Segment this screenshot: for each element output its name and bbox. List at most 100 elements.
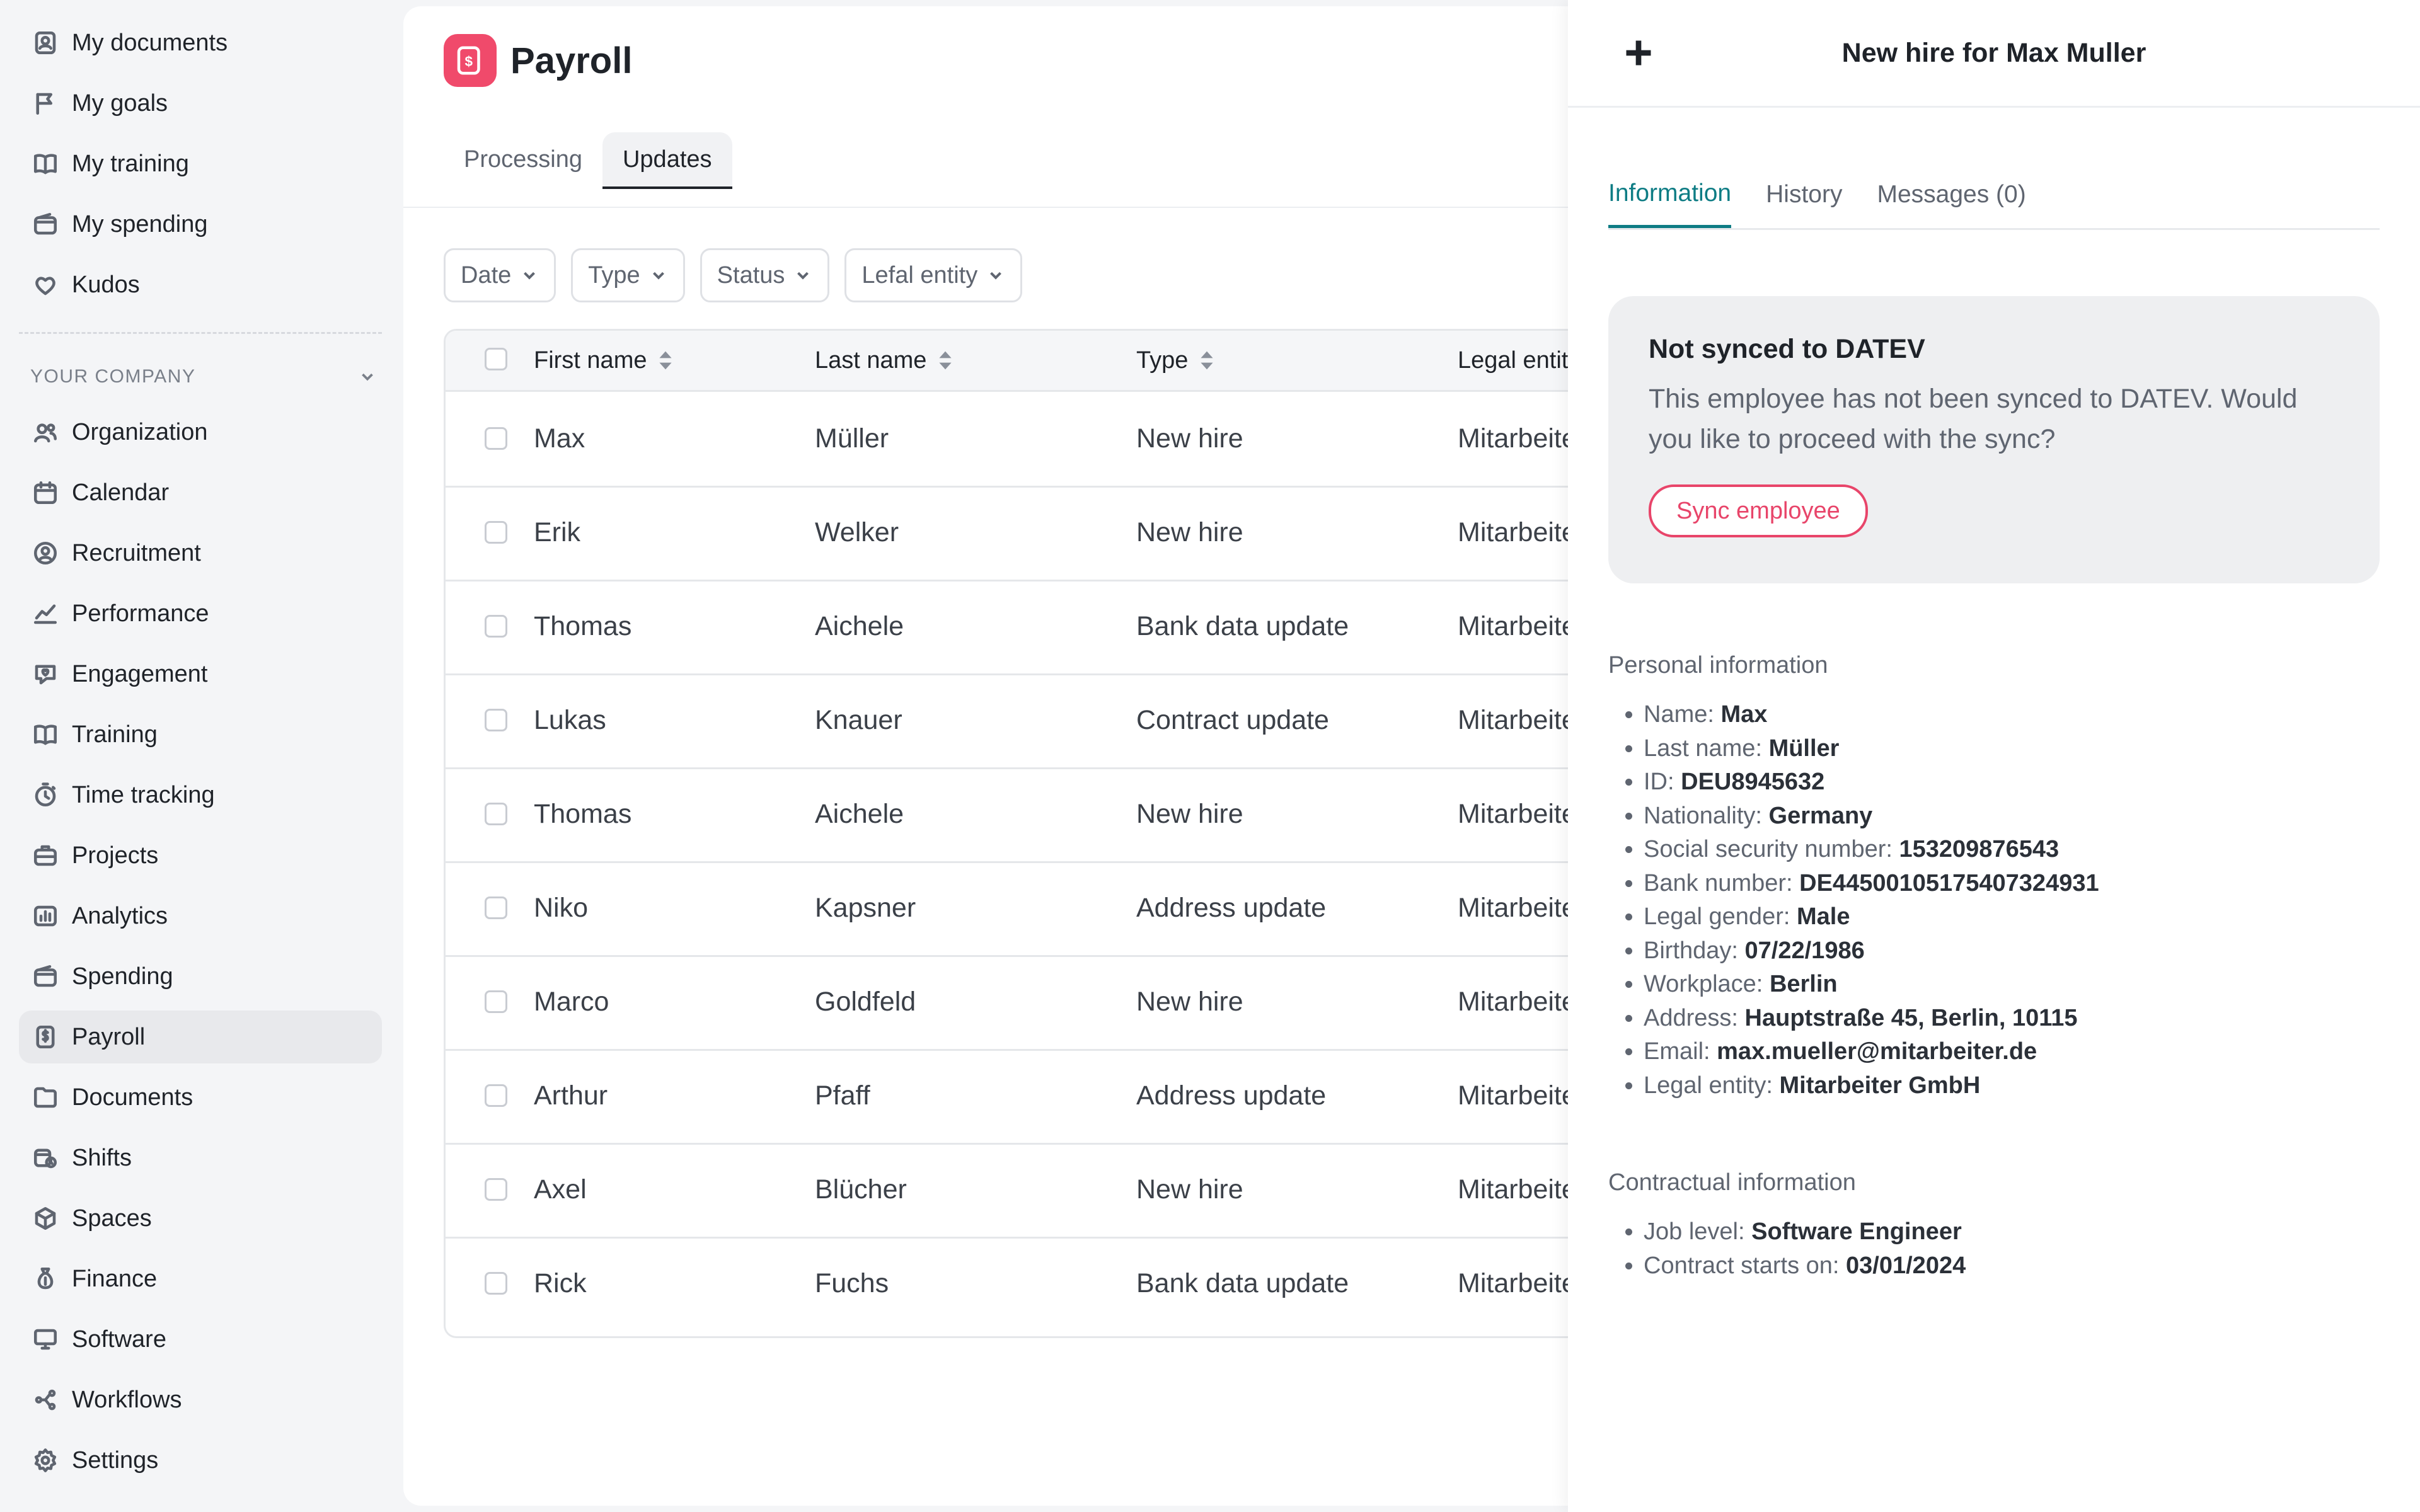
- info-label: ID:: [1644, 769, 1674, 795]
- cell-last-name: Müller: [815, 423, 889, 454]
- sidebar-item-my-training[interactable]: My training: [19, 137, 382, 190]
- stopwatch-icon: [32, 781, 59, 809]
- sidebar-item-my-goals[interactable]: My goals: [19, 77, 382, 130]
- table-row[interactable]: Thomas Aichele Bank data update Mitarbeite: [446, 580, 1630, 675]
- table-row[interactable]: Niko Kapsner Address update Mitarbeite: [446, 861, 1630, 957]
- row-checkbox[interactable]: [485, 803, 507, 825]
- info-item: Last name: Müller: [1644, 732, 2099, 766]
- select-all-checkbox[interactable]: [485, 348, 507, 370]
- info-item: Name: Max: [1644, 698, 2099, 732]
- cell-last-name: Kapsner: [815, 893, 916, 923]
- cell-first-name: Max: [534, 423, 585, 454]
- row-checkbox[interactable]: [485, 521, 507, 544]
- sidebar-item-label: Finance: [72, 1265, 158, 1292]
- table-row[interactable]: Lukas Knauer Contract update Mitarbeite: [446, 673, 1630, 769]
- column-first-name[interactable]: First name: [534, 331, 673, 390]
- sidebar-item-documents[interactable]: Documents: [19, 1071, 382, 1124]
- sidebar-item-label: Calendar: [72, 479, 170, 506]
- table-row[interactable]: Axel Blücher New hire Mitarbeite: [446, 1143, 1630, 1239]
- sidebar-item-projects[interactable]: Projects: [19, 829, 382, 882]
- sidebar-item-label: Training: [72, 721, 158, 748]
- main-content: $ Payroll Processing Updates Date Type Sta…: [403, 6, 1632, 1506]
- sidebar-item-shifts[interactable]: Shifts: [19, 1131, 382, 1184]
- dollar-document-icon: [32, 1023, 59, 1051]
- sidebar-divider: [19, 332, 382, 334]
- row-checkbox[interactable]: [485, 427, 507, 450]
- table-row[interactable]: Thomas Aichele New hire Mitarbeite: [446, 767, 1630, 863]
- svg-text:$: $: [464, 54, 473, 69]
- sort-icon: [659, 351, 672, 370]
- filter-status[interactable]: Status: [700, 248, 830, 302]
- cell-legal-entity: Mitarbeite: [1458, 611, 1577, 641]
- sidebar-item-engagement[interactable]: Engagement: [19, 648, 382, 701]
- sidebar-item-label: Engagement: [72, 660, 208, 687]
- table-row[interactable]: Marco Goldfeld New hire Mitarbeite: [446, 955, 1630, 1051]
- filter-label: Status: [717, 261, 785, 289]
- column-legal-entity[interactable]: Legal entit: [1458, 331, 1568, 390]
- info-item: Email: max.mueller@mitarbeiter.de: [1644, 1035, 2099, 1069]
- cell-first-name: Arthur: [534, 1080, 608, 1111]
- table-row[interactable]: Erik Welker New hire Mitarbeite: [446, 486, 1630, 581]
- sidebar-item-software[interactable]: Software: [19, 1313, 382, 1366]
- info-value: 07/22/1986: [1744, 937, 1865, 964]
- tab-messages[interactable]: Messages (0): [1877, 161, 2025, 228]
- sidebar-item-settings[interactable]: Settings: [19, 1434, 382, 1487]
- column-last-name[interactable]: Last name: [815, 331, 953, 390]
- sidebar-item-finance[interactable]: Finance: [19, 1252, 382, 1305]
- sort-icon: [1201, 351, 1213, 370]
- info-value: 153209876543: [1899, 836, 2060, 862]
- sidebar-item-label: Spaces: [72, 1205, 152, 1232]
- add-button[interactable]: [1616, 30, 1661, 76]
- tab-processing[interactable]: Processing: [444, 132, 602, 186]
- filter-type[interactable]: Type: [571, 248, 685, 302]
- cell-last-name: Aichele: [815, 799, 904, 829]
- cell-first-name: Rick: [534, 1268, 587, 1298]
- sidebar-item-my-spending[interactable]: My spending: [19, 198, 382, 251]
- row-checkbox[interactable]: [485, 709, 507, 731]
- row-checkbox[interactable]: [485, 896, 507, 919]
- table-row[interactable]: Rick Fuchs Bank data update Mitarbeite: [446, 1237, 1630, 1331]
- sidebar-item-my-documents[interactable]: My documents: [19, 16, 382, 69]
- sidebar-item-workflows[interactable]: Workflows: [19, 1373, 382, 1426]
- row-checkbox[interactable]: [485, 1272, 507, 1295]
- tab-updates[interactable]: Updates: [602, 132, 732, 189]
- row-checkbox[interactable]: [485, 1084, 507, 1107]
- info-item: Contract starts on: 03/01/2024: [1644, 1249, 1966, 1283]
- section-your-company[interactable]: YOUR COMPANY: [30, 364, 377, 389]
- sidebar-item-kudos[interactable]: Kudos: [19, 258, 382, 311]
- sidebar-item-organization[interactable]: Organization: [19, 406, 382, 459]
- user-search-icon: [32, 539, 59, 567]
- sidebar-item-spending[interactable]: Spending: [19, 950, 382, 1003]
- sidebar-item-recruitment[interactable]: Recruitment: [19, 527, 382, 580]
- column-type[interactable]: Type: [1136, 331, 1214, 390]
- row-checkbox[interactable]: [485, 990, 507, 1013]
- cell-type: New hire: [1136, 799, 1243, 829]
- sidebar-item-performance[interactable]: Performance: [19, 587, 382, 640]
- sidebar-item-payroll[interactable]: Payroll: [19, 1011, 382, 1063]
- sidebar-item-time-tracking[interactable]: Time tracking: [19, 769, 382, 822]
- cell-last-name: Fuchs: [815, 1268, 889, 1298]
- filter-lefal-entity[interactable]: Lefal entity: [844, 248, 1023, 302]
- chat-heart-icon: [32, 660, 59, 688]
- table-row[interactable]: Arthur Pfaff Address update Mitarbeite: [446, 1049, 1630, 1145]
- table-row[interactable]: Max Müller New hire Mitarbeite: [446, 392, 1630, 488]
- row-checkbox[interactable]: [485, 615, 507, 638]
- sync-text: This employee has not been synced to DAT…: [1649, 384, 2298, 454]
- filter-date[interactable]: Date: [444, 248, 556, 302]
- sidebar-item-training[interactable]: Training: [19, 708, 382, 761]
- cell-last-name: Goldfeld: [815, 987, 916, 1017]
- wallet-icon: [32, 963, 59, 990]
- sync-employee-button[interactable]: Sync employee: [1649, 484, 1868, 537]
- sidebar-item-spaces[interactable]: Spaces: [19, 1192, 382, 1245]
- tab-information[interactable]: Information: [1608, 161, 1732, 228]
- info-label: Job level:: [1644, 1218, 1745, 1245]
- info-label: Last name:: [1644, 735, 1762, 762]
- info-item: ID: DEU8945632: [1644, 765, 2099, 799]
- filter-label: Lefal entity: [861, 261, 978, 289]
- tab-history[interactable]: History: [1766, 161, 1842, 228]
- plus-icon: [1626, 40, 1651, 66]
- info-value: Müller: [1768, 735, 1840, 762]
- sidebar-item-calendar[interactable]: Calendar: [19, 466, 382, 519]
- row-checkbox[interactable]: [485, 1178, 507, 1201]
- sidebar-item-analytics[interactable]: Analytics: [19, 890, 382, 942]
